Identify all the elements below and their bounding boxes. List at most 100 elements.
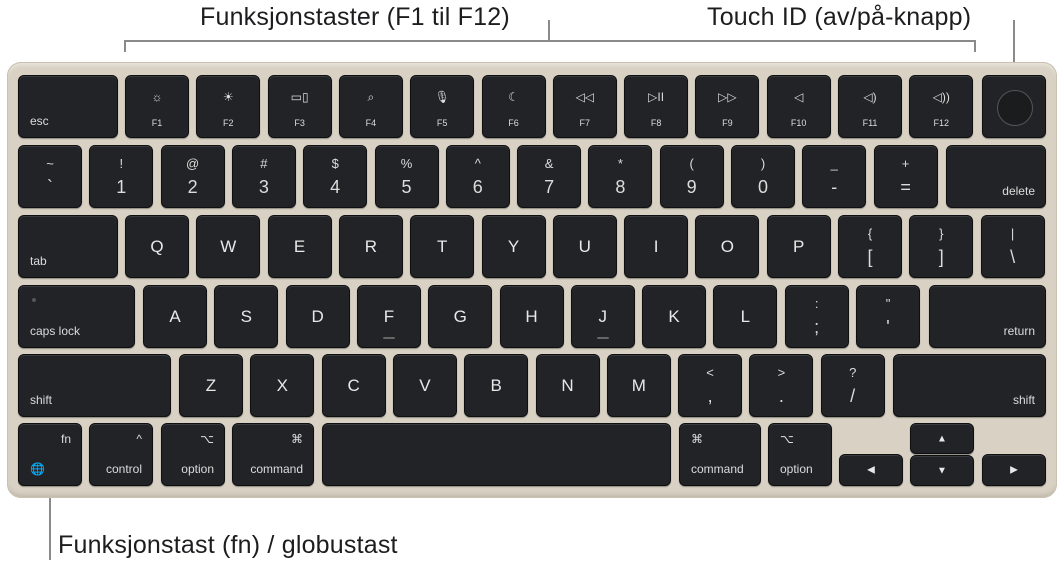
key-r[interactable]: R [338,215,403,278]
key-9[interactable]: (9 [659,145,724,208]
space-bar[interactable] [322,423,671,486]
right-command-key[interactable]: ⌘ command [679,423,761,486]
key-f3[interactable]: ▭▯ F3 [267,75,332,138]
key-y[interactable]: Y [481,215,546,278]
key-h[interactable]: H [499,285,564,348]
key-6[interactable]: ^ 6 [445,145,510,208]
key-letter: T [436,236,448,256]
key-k[interactable]: K [642,285,707,348]
right-option-key[interactable]: ⌥ option [768,423,832,486]
key-m[interactable]: M [606,354,671,417]
key-e[interactable]: E [267,215,332,278]
key-t[interactable]: T [410,215,475,278]
key-sym[interactable]: + = [873,145,938,208]
key-1[interactable]: ! 1 [89,145,154,208]
key-o[interactable]: O [695,215,760,278]
key-u[interactable]: U [552,215,617,278]
option-label: option [181,462,214,476]
key-f11[interactable]: ◁) F11 [838,75,902,138]
key-shift-symbol: | [1010,226,1015,241]
key-grave[interactable]: ~ ` [18,145,82,208]
arrow-left-icon: ◀ [867,464,875,476]
key-4[interactable]: $4 [303,145,368,208]
key-w[interactable]: W [196,215,261,278]
key-base-symbol: 5 [401,177,412,197]
arrow-left-key[interactable]: ◀ [839,454,903,486]
key-letter: C [347,375,360,395]
return-key[interactable]: return [929,285,1046,348]
left-control-key[interactable]: ^ control [89,423,153,486]
key-f9[interactable]: ▷▷ F9 [695,75,760,138]
key-f5[interactable]: 🎙 F5 [410,75,475,138]
arrow-right-key[interactable]: ▶ [982,454,1046,486]
key-label: F1 [151,118,163,128]
key-f2[interactable]: ☀ F2 [196,75,261,138]
tab-key[interactable]: tab [18,215,118,278]
key-z[interactable]: Z [179,354,243,417]
fn-globe-key[interactable]: fn 🌐 [18,423,82,486]
key-j[interactable]: J [570,285,635,348]
key-letter: V [419,375,431,395]
key-v[interactable]: V [392,354,457,417]
key-slash[interactable]: ? / [820,354,885,417]
key-i[interactable]: I [624,215,689,278]
key-f8[interactable]: ▷II F8 [624,75,689,138]
key-s[interactable]: S [214,285,279,348]
key-quote[interactable]: " ' [856,285,920,348]
key-f4[interactable]: ⌕ F4 [338,75,403,138]
key-base-symbol: ] [938,247,944,267]
key-l[interactable]: L [713,285,778,348]
shift-label: shift [30,393,53,407]
key-label: F2 [223,118,234,128]
command-symbol-icon: ⌘ [691,432,703,446]
arrow-up-key[interactable]: ▲ [910,423,974,454]
key-f1[interactable]: ☼ F1 [125,75,189,138]
key-backslash[interactable]: | \ [980,215,1045,278]
key-3[interactable]: #3 [231,145,296,208]
touch-id-key[interactable] [982,75,1046,138]
caps-lock-key[interactable]: caps lock [18,285,135,348]
key-f[interactable]: F [356,285,421,348]
key-shift-symbol: { [867,226,873,241]
delete-key[interactable]: delete [946,145,1046,208]
moon-icon: ☾ [508,90,519,104]
key-g[interactable]: G [428,285,493,348]
left-option-key[interactable]: ⌥ option [161,423,225,486]
esc-key[interactable]: esc [18,75,118,138]
key-a[interactable]: A [143,285,207,348]
key-0[interactable]: ) 0 [731,145,795,208]
key-f10[interactable]: ◁ F10 [766,75,831,138]
left-command-key[interactable]: ⌘ command [232,423,314,486]
key-left-bracket[interactable]: {[ [838,215,902,278]
key-p[interactable]: P [766,215,831,278]
key-right-bracket[interactable]: }] [909,215,974,278]
key-semicolon[interactable]: :; [784,285,849,348]
right-shift-key[interactable]: shift [893,354,1046,417]
key-n[interactable]: N [535,354,600,417]
key-period[interactable]: >. [749,354,814,417]
key-label: F10 [790,118,807,128]
key-8[interactable]: * 8 [588,145,653,208]
fn-label: fn [60,432,71,446]
key-c[interactable]: C [321,354,386,417]
key-7[interactable]: & 7 [517,145,582,208]
key-b[interactable]: B [464,354,529,417]
key-letter: D [311,306,324,326]
key-shift-symbol: @ [185,156,200,171]
key-comma[interactable]: <, [678,354,743,417]
key-shift-symbol: + [901,156,910,171]
key-d[interactable]: D [285,285,350,348]
key-f12[interactable]: ◁)) F12 [909,75,974,138]
key-2[interactable]: @2 [160,145,225,208]
key-f7[interactable]: ◁◁ F7 [552,75,617,138]
key-letter: S [240,306,252,326]
key-sym[interactable]: _ - [802,145,867,208]
arrow-down-key[interactable]: ▼ [910,455,974,486]
key-f6[interactable]: ☾ F6 [481,75,546,138]
key-x[interactable]: X [250,354,315,417]
key-5[interactable]: % 5 [374,145,439,208]
microphone-icon: 🎙 [434,90,450,104]
left-shift-key[interactable]: shift [18,354,171,417]
key-shift-symbol: ? [849,365,857,380]
key-q[interactable]: Q [125,215,189,278]
